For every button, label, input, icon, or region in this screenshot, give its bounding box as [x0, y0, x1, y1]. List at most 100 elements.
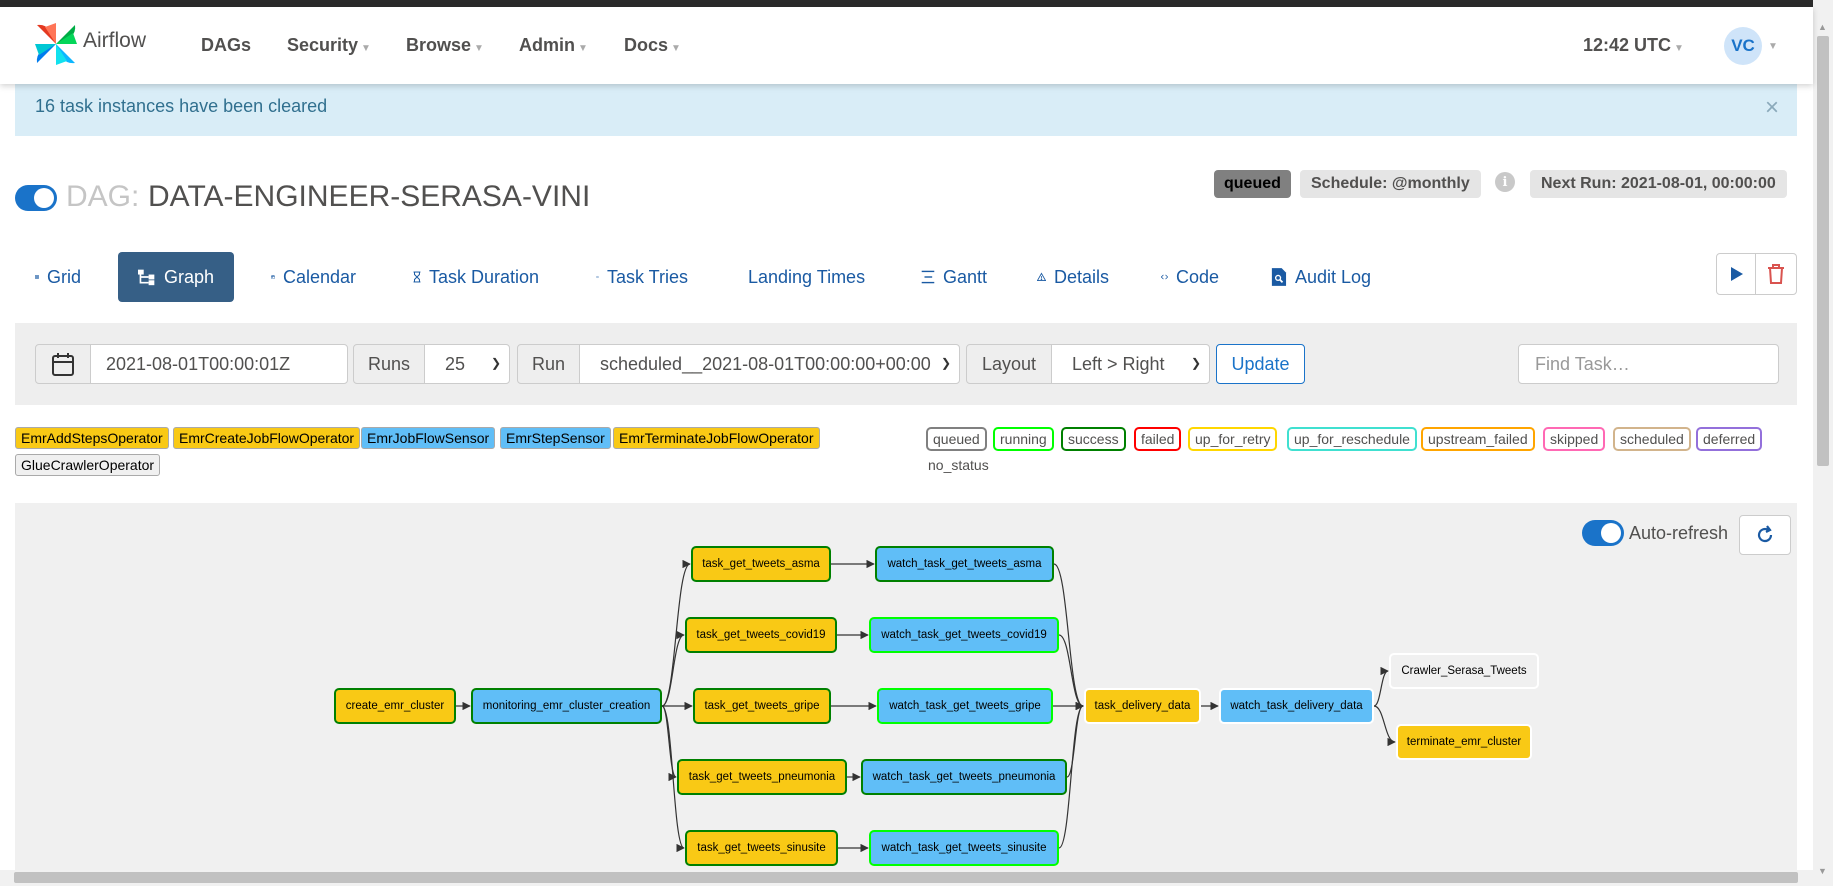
tab-task-duration[interactable]: Task Duration — [393, 252, 559, 302]
caret-down-icon[interactable]: ▼ — [1768, 41, 1778, 52]
execution-date-input[interactable]: 2021-08-01T00:00:01Z — [90, 344, 348, 384]
navbar: Airflow DAGs Security ▼ Browse ▼ Admin ▼ Do… — [0, 7, 1813, 84]
task-node-task-get-tweets-pneumonia[interactable]: task_get_tweets_pneumonia — [677, 759, 847, 795]
state-legend-failed[interactable]: failed — [1134, 427, 1182, 451]
date-picker-button[interactable] — [35, 344, 91, 384]
state-legend-success[interactable]: success — [1061, 427, 1126, 451]
task-node-task-get-tweets-gripe[interactable]: task_get_tweets_gripe — [693, 688, 831, 724]
tab-graph-label: Graph — [163, 266, 214, 287]
tab-landing-times[interactable]: Landing Times — [720, 252, 884, 302]
tab-task-tries[interactable]: Task Tries — [576, 252, 708, 302]
warning-triangle-icon — [1037, 272, 1046, 282]
tab-landing-times-label: Landing Times — [748, 266, 866, 287]
calendar-icon — [271, 275, 275, 279]
runs-label: Runs — [353, 344, 425, 384]
refresh-icon — [1757, 525, 1773, 543]
tab-task-tries-label: Task Tries — [606, 266, 688, 287]
state-legend-skipped[interactable]: skipped — [1543, 427, 1606, 451]
task-node-watch-task-get-tweets-gripe[interactable]: watch_task_get_tweets_gripe — [877, 688, 1053, 724]
task-node-task-get-tweets-sinusite[interactable]: task_get_tweets_sinusite — [685, 830, 838, 866]
next-run-badge: Next Run: 2021-08-01, 00:00:00 — [1530, 170, 1787, 198]
trigger-dag-button[interactable] — [1716, 253, 1758, 295]
operator-legend-item: EmrTerminateJobFlowOperator — [613, 427, 820, 449]
state-legend-upstream-failed[interactable]: upstream_failed — [1421, 427, 1535, 451]
task-node-watch-task-delivery-data[interactable]: watch_task_delivery_data — [1219, 688, 1374, 724]
task-node-watch-task-get-tweets-pneumonia[interactable]: watch_task_get_tweets_pneumonia — [861, 759, 1067, 795]
delete-dag-button[interactable] — [1755, 253, 1797, 295]
operator-legend-item: EmrCreateJobFlowOperator — [173, 427, 361, 449]
scroll-down-arrow-icon[interactable]: ▼ — [1818, 866, 1827, 876]
calendar-icon — [52, 353, 74, 376]
task-node-monitoring-emr-cluster-creation[interactable]: monitoring_emr_cluster_creation — [471, 688, 662, 724]
task-node-watch-task-get-tweets-asma[interactable]: watch_task_get_tweets_asma — [875, 546, 1054, 582]
task-node-terminate-emr-cluster[interactable]: terminate_emr_cluster — [1396, 724, 1532, 760]
nav-security[interactable]: Security ▼ — [287, 35, 371, 56]
brand-logo-link[interactable]: Airflow — [33, 21, 146, 67]
operator-legend-item: EmrJobFlowSensor — [361, 427, 496, 449]
tab-details[interactable]: Details — [1017, 252, 1129, 302]
chevron-down-icon: ❯ — [1190, 356, 1201, 370]
tab-calendar[interactable]: Calendar — [251, 252, 376, 302]
play-icon — [1731, 267, 1743, 281]
tab-grid[interactable]: Grid — [15, 252, 101, 302]
dag-pause-toggle[interactable] — [15, 185, 57, 211]
caret-down-icon: ▼ — [671, 43, 681, 54]
horizontal-scrollbar-thumb[interactable] — [14, 872, 1798, 883]
runs-select[interactable]: 25 ❯ — [424, 344, 510, 384]
info-icon[interactable]: i — [1495, 172, 1515, 192]
repeat-icon — [596, 275, 599, 279]
layout-select[interactable]: Left > Right ❯ — [1051, 344, 1210, 384]
state-legend-deferred[interactable]: deferred — [1696, 427, 1763, 451]
task-node-create-emr-cluster[interactable]: create_emr_cluster — [334, 688, 456, 724]
tab-calendar-label: Calendar — [282, 266, 356, 287]
brand-name: Airflow — [83, 29, 147, 52]
auto-refresh-toggle[interactable] — [1582, 520, 1624, 546]
state-legend-up-for-reschedule[interactable]: up_for_reschedule — [1287, 427, 1417, 451]
state-legend-running[interactable]: running — [993, 427, 1054, 451]
state-legend-up-for-retry[interactable]: up_for_retry — [1188, 427, 1278, 451]
tab-gantt[interactable]: Gantt — [901, 252, 1007, 302]
nav-dags-label: DAGs — [201, 35, 252, 55]
nav-dags[interactable]: DAGs — [201, 35, 251, 56]
code-icon — [1161, 274, 1168, 280]
update-button[interactable]: Update — [1216, 344, 1305, 384]
nav-admin[interactable]: Admin ▼ — [519, 35, 588, 56]
task-node-watch-task-get-tweets-covid19[interactable]: watch_task_get_tweets_covid19 — [869, 617, 1059, 653]
dag-title: DATA-ENGINEER-SERASA-VINI — [148, 180, 591, 213]
task-node-task-get-tweets-asma[interactable]: task_get_tweets_asma — [691, 546, 831, 582]
airflow-pinwheel-icon — [35, 23, 77, 65]
tab-task-duration-label: Task Duration — [428, 266, 539, 287]
utc-clock[interactable]: 12:42 UTC ▼ — [1583, 35, 1684, 56]
task-node-crawler-serasa-tweets[interactable]: Crawler_Serasa_Tweets — [1389, 653, 1539, 689]
state-legend-queued[interactable]: queued — [926, 427, 987, 451]
scroll-up-arrow-icon[interactable]: ▲ — [1818, 22, 1827, 32]
nav-docs[interactable]: Docs ▼ — [624, 35, 681, 56]
task-node-watch-task-get-tweets-sinusite[interactable]: watch_task_get_tweets_sinusite — [869, 830, 1059, 866]
schedule-badge: Schedule: @monthly — [1300, 170, 1481, 198]
refresh-button[interactable] — [1739, 515, 1791, 555]
find-task-input[interactable]: Find Task… — [1518, 344, 1779, 384]
tab-audit-log-label: Audit Log — [1294, 266, 1371, 287]
filter-bar: 2021-08-01T00:00:01Z Runs 25 ❯ Run schedu… — [15, 323, 1797, 405]
task-node-task-delivery-data[interactable]: task_delivery_data — [1084, 688, 1201, 724]
run-select[interactable]: scheduled__2021-08-01T00:00:00+00:00 ❯ — [579, 344, 960, 384]
task-node-task-get-tweets-covid19[interactable]: task_get_tweets_covid19 — [685, 617, 837, 653]
close-icon[interactable]: × — [1765, 94, 1779, 122]
state-legend-scheduled[interactable]: scheduled — [1613, 427, 1691, 451]
nav-browse-label: Browse — [406, 35, 472, 55]
nav-browse[interactable]: Browse ▼ — [406, 35, 484, 56]
run-label: Run — [517, 344, 580, 384]
vertical-scrollbar-thumb[interactable] — [1817, 36, 1829, 466]
chevron-down-icon: ❯ — [940, 356, 951, 370]
tab-audit-log[interactable]: Audit Log — [1251, 252, 1391, 302]
nav-docs-label: Docs — [624, 35, 669, 55]
user-avatar[interactable]: VC — [1724, 27, 1762, 65]
tab-details-label: Details — [1053, 266, 1109, 287]
tab-gantt-label: Gantt — [942, 266, 987, 287]
clock-label: 12:42 UTC — [1583, 35, 1672, 55]
state-legend-no-status[interactable]: no_status — [928, 457, 989, 473]
tab-graph[interactable]: Graph — [118, 252, 234, 302]
window-top-strip — [0, 0, 1833, 7]
tab-code-label: Code — [1175, 266, 1219, 287]
tab-code[interactable]: Code — [1141, 252, 1239, 302]
